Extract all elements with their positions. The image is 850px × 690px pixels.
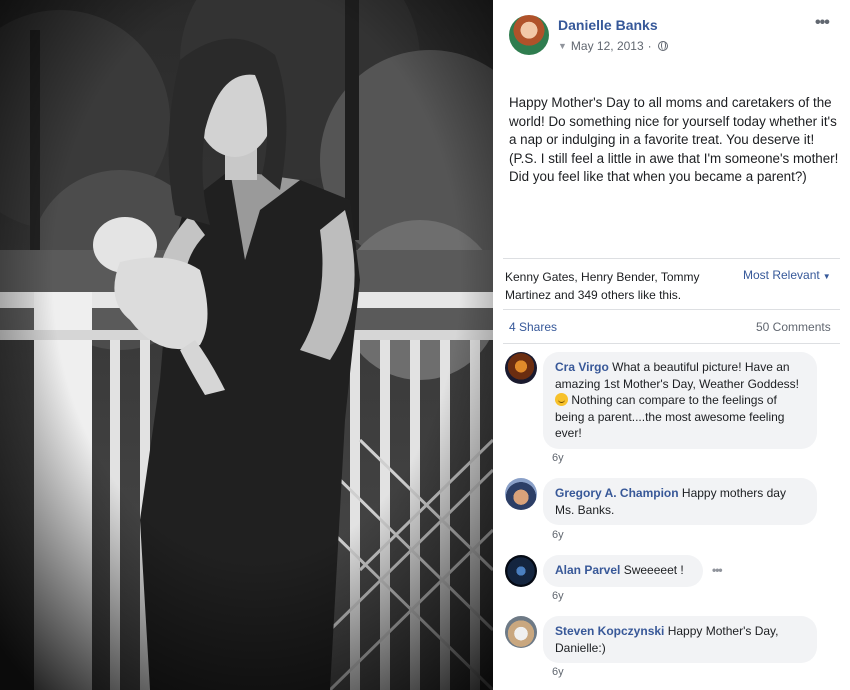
comment-bubble: Alan Parvel Sweeeeet ! xyxy=(543,555,703,587)
commenter-avatar[interactable] xyxy=(505,555,537,587)
comment-timestamp-link[interactable]: 6y xyxy=(552,666,564,678)
commenter-name-link[interactable]: Alan Parvel xyxy=(555,563,620,577)
author-avatar[interactable] xyxy=(509,15,549,55)
commenter-name-link[interactable]: Steven Kopczynski xyxy=(555,624,664,638)
post-date-link[interactable]: May 12, 2013 xyxy=(571,39,644,53)
sort-label: Most Relevant xyxy=(743,268,820,282)
divider xyxy=(503,309,840,310)
comment-text: Sweeeeet ! xyxy=(620,563,684,577)
commenter-name-link[interactable]: Cra Virgo xyxy=(555,360,609,374)
divider xyxy=(503,343,840,344)
caret-down-icon: ▼ xyxy=(822,272,831,281)
comment-timestamp-link[interactable]: 6y xyxy=(552,529,564,541)
comments-count-link[interactable]: 50 Comments xyxy=(756,320,831,334)
commenter-avatar[interactable] xyxy=(505,616,537,648)
commenter-avatar[interactable] xyxy=(505,478,537,510)
comment-bubble: Steven Kopczynski Happy Mother's Day, Da… xyxy=(543,616,817,663)
comment-text-continued: Nothing can compare to the feelings of b… xyxy=(555,393,785,440)
post-photo[interactable] xyxy=(0,0,493,690)
post-text: Happy Mother's Day to all moms and caret… xyxy=(509,95,839,184)
post-side-panel: Danielle Banks ▼ May 12, 2013 · ••• Happ… xyxy=(493,0,850,690)
author-name-link[interactable]: Danielle Banks xyxy=(558,17,658,33)
comment-timestamp-link[interactable]: 6y xyxy=(552,452,564,464)
commenter-name-link[interactable]: Gregory A. Champion xyxy=(555,486,679,500)
commenter-avatar[interactable] xyxy=(505,352,537,384)
comment-bubble: Gregory A. Champion Happy mothers day Ms… xyxy=(543,478,817,525)
likes-summary-link[interactable]: Kenny Gates, Henry Bender, Tommy Martine… xyxy=(505,268,720,304)
sort-comments-dropdown[interactable]: Most Relevant ▼ xyxy=(743,268,831,282)
post-meta: ▼ May 12, 2013 · xyxy=(558,39,668,53)
more-horizontal-icon[interactable]: ••• xyxy=(712,563,723,577)
smile-emoji-icon xyxy=(555,393,568,406)
photo-theater: Danielle Banks ▼ May 12, 2013 · ••• Happ… xyxy=(0,0,850,690)
photo-image xyxy=(0,0,493,690)
divider xyxy=(503,258,840,259)
comment-timestamp-link[interactable]: 6y xyxy=(552,590,564,602)
more-horizontal-icon[interactable]: ••• xyxy=(815,14,830,32)
separator: · xyxy=(647,39,652,53)
shares-link[interactable]: 4 Shares xyxy=(509,320,557,334)
globe-icon[interactable] xyxy=(657,41,668,51)
caret-down-icon[interactable]: ▼ xyxy=(558,41,567,51)
comment-bubble: Cra Virgo What a beautiful picture! Have… xyxy=(543,352,817,449)
